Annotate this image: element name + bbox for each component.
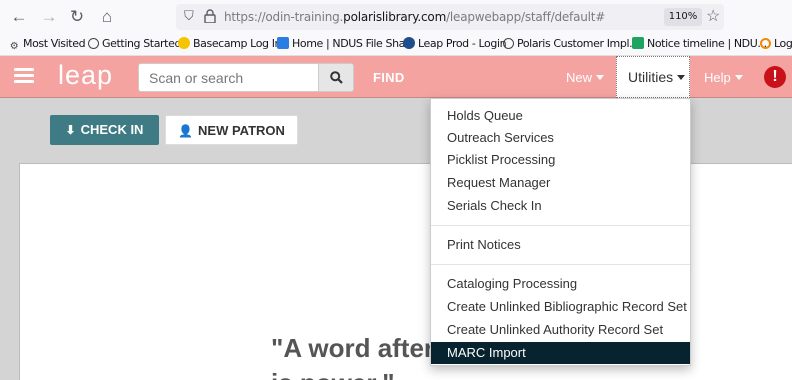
menu-item-outreach-services[interactable]: Outreach Services xyxy=(431,127,690,149)
bookmark-star-icon[interactable]: ☆ xyxy=(706,6,720,26)
help-menu-label: Help xyxy=(704,70,731,85)
bookmark-ndus-file[interactable]: Home | NDUS File Sha... xyxy=(277,37,415,50)
cloud-icon xyxy=(277,37,289,49)
menu-item-cataloging-processing[interactable]: Cataloging Processing xyxy=(431,273,690,295)
caret-down-icon xyxy=(596,75,605,80)
caret-down-icon xyxy=(677,75,686,80)
utilities-dropdown: Holds Queue Outreach Services Picklist P… xyxy=(430,98,691,366)
bookmarks-bar: ⚙ Most Visited Getting Started Basecamp L… xyxy=(0,34,792,56)
sheet-icon xyxy=(632,37,644,49)
check-in-button[interactable]: ⬇ CHECK IN xyxy=(50,115,159,145)
caret-down-icon xyxy=(734,75,743,80)
menu-item-holds-queue[interactable]: Holds Queue xyxy=(431,105,690,127)
bookmark-getting-started[interactable]: Getting Started xyxy=(88,37,181,50)
lock-icon[interactable] xyxy=(204,9,216,23)
find-link[interactable]: FIND xyxy=(373,70,405,85)
hamburger-menu-icon[interactable] xyxy=(14,68,34,84)
search-icon xyxy=(330,71,343,84)
bookmark-notice-timeline[interactable]: Notice timeline | NDU... xyxy=(632,37,767,50)
new-patron-button[interactable]: 👤 NEW PATRON xyxy=(165,115,298,145)
menu-item-serials-check-in[interactable]: Serials Check In xyxy=(431,195,690,217)
bookmark-most-visited[interactable]: ⚙ Most Visited xyxy=(8,37,86,53)
url-bar[interactable]: ⛉ https://odin-training.polarislibrary.c… xyxy=(176,4,724,30)
quote-line-2: is power." xyxy=(271,368,395,380)
gear-icon: ⚙ xyxy=(9,41,19,52)
globe-icon xyxy=(503,38,514,49)
new-patron-label: NEW PATRON xyxy=(198,123,285,138)
forward-arrow-icon[interactable]: → xyxy=(38,6,60,28)
new-menu[interactable]: New xyxy=(566,70,605,85)
search-input[interactable] xyxy=(138,63,319,92)
check-in-label: CHECK IN xyxy=(80,122,144,137)
menu-item-create-unlinked-authority-record-set[interactable]: Create Unlinked Authority Record Set xyxy=(431,319,690,341)
shield-icon[interactable]: ⛉ xyxy=(184,8,194,24)
reload-icon[interactable]: ↻ xyxy=(66,6,88,28)
add-user-icon: 👤 xyxy=(178,124,194,138)
new-menu-label: New xyxy=(566,70,593,85)
menu-item-picklist-processing[interactable]: Picklist Processing xyxy=(431,149,690,171)
home-icon[interactable]: ⌂ xyxy=(96,6,118,28)
search-button[interactable] xyxy=(319,63,354,92)
app-header: leap FIND New Utilities Help ! xyxy=(0,56,792,98)
menu-item-create-unlinked-bib-record-set[interactable]: Create Unlinked Bibliographic Record Set xyxy=(431,296,690,318)
ring-icon xyxy=(760,38,771,49)
leap-icon xyxy=(403,37,415,49)
browser-toolbar: ← → ↻ ⌂ ⛉ https://odin-training.polarisl… xyxy=(0,0,792,34)
bookmark-basecamp[interactable]: Basecamp Log In xyxy=(178,37,282,50)
url-text: https://odin-training.polarislibrary.com… xyxy=(224,10,606,24)
utilities-menu-label: Utilities xyxy=(628,69,674,85)
help-menu[interactable]: Help xyxy=(704,70,743,85)
utilities-menu[interactable]: Utilities xyxy=(616,56,690,98)
bookmark-leap-prod[interactable]: Leap Prod - Login xyxy=(403,37,507,50)
quote-line-1: "A word after xyxy=(271,333,435,363)
menu-item-print-notices[interactable]: Print Notices xyxy=(431,234,690,256)
leap-logo: leap xyxy=(58,60,114,90)
bookmark-login[interactable]: Logi xyxy=(760,37,792,50)
menu-item-marc-import[interactable]: MARC Import xyxy=(431,342,690,364)
download-icon: ⬇ xyxy=(65,123,76,137)
menu-divider xyxy=(431,264,690,265)
globe-icon xyxy=(88,38,99,49)
bookmark-polaris-customer[interactable]: Polaris Customer Impl... xyxy=(503,37,639,50)
alert-icon[interactable]: ! xyxy=(764,66,786,88)
basecamp-icon xyxy=(178,37,190,49)
menu-divider xyxy=(431,225,690,226)
menu-item-request-manager[interactable]: Request Manager xyxy=(431,172,690,194)
back-arrow-icon[interactable]: ← xyxy=(8,6,30,28)
zoom-level[interactable]: 110% xyxy=(664,8,702,26)
